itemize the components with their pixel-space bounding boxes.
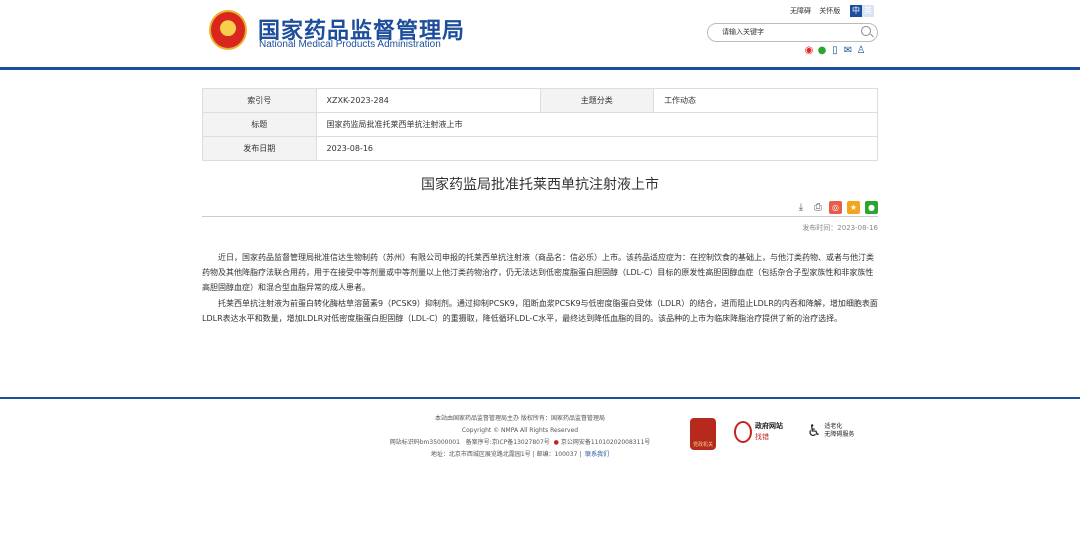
gov-site-error: 找错 [755, 433, 769, 441]
party-gov-badge[interactable]: 党政机关 [690, 418, 716, 450]
share-weibo-icon[interactable]: ◎ [829, 201, 842, 214]
table-row: 发布日期 2023-08-16 [202, 136, 879, 161]
article-title: 国家药监局批准托莱西单抗注射液上市 [421, 177, 659, 193]
user-icon[interactable]: ♙ [856, 46, 866, 56]
gov-website-error-link[interactable]: 政府网站 找错 [734, 421, 783, 443]
category-value: 工作动态 [653, 88, 878, 113]
mail-icon[interactable]: ✉ [843, 46, 853, 56]
police-record[interactable]: 京公网安备11010202008311号 [561, 439, 650, 446]
article-body: 近日，国家药品监督管理局批准信达生物制药（苏州）有限公司申报的托莱西单抗注射液（… [202, 250, 878, 327]
wechat-icon[interactable]: ● [817, 46, 827, 56]
table-row: 标题 国家药监局批准托莱西单抗注射液上市 [202, 112, 879, 137]
care-mode-link[interactable]: 关怀版 [819, 7, 840, 15]
gov-site-label: 政府网站 [755, 422, 783, 430]
publish-time: 发布时间：2023-08-16 [802, 224, 878, 232]
article-paragraph: 托莱西单抗注射液为前蛋白转化酶枯草溶菌素9（PCSK9）抑制剂。通过抑制PCSK… [202, 299, 878, 323]
date-value: 2023-08-16 [315, 136, 879, 161]
title-divider [202, 216, 878, 217]
lang-cn-button[interactable]: 中 [850, 5, 862, 17]
accessibility-link[interactable]: 无障碍 [790, 7, 811, 15]
title-label: 标题 [202, 112, 317, 137]
gov-site-icon [734, 421, 752, 443]
share-qzone-icon[interactable]: ★ [847, 201, 860, 214]
table-row: 索引号 XZXK-2023-284 主题分类 工作动态 [202, 88, 878, 113]
mobile-icon[interactable]: ▯ [830, 46, 840, 56]
site-header: 国家药品监督管理局 National Medical Products Admi… [0, 0, 1080, 70]
print-icon[interactable]: ⎙ [812, 202, 824, 214]
search-icon[interactable] [861, 26, 871, 36]
date-label: 发布日期 [202, 136, 317, 161]
elderly-label: 适老化 [824, 423, 843, 430]
top-links: 无障碍 关怀版 [790, 6, 846, 16]
site-name-en[interactable]: National Medical Products Administration [259, 39, 441, 50]
index-label: 索引号 [202, 88, 317, 113]
index-value: XZXK-2023-284 [315, 88, 541, 113]
footer-registration: 网站标识码bm35000001 备案序号:京ICP备13027807号 ● 京公… [340, 437, 700, 449]
footer-address: 地址：北京市西城区展览路北露园1号 | 邮编：100037 | 联系我们 [340, 449, 700, 461]
search-input[interactable] [707, 23, 878, 42]
site-id: 网站标识码bm35000001 [389, 439, 460, 446]
accessibility-service-link[interactable]: ♿ 适老化 无障碍服务 [807, 423, 854, 439]
contact-us-link[interactable]: 联系我们 [585, 451, 609, 458]
lang-en-button[interactable]: 英 [862, 5, 874, 17]
footer-info: 本站由国家药品监督管理局主办 版权所有：国家药品监督管理局 Copyright … [340, 413, 700, 461]
title-value: 国家药监局批准托莱西单抗注射液上市 [315, 112, 879, 137]
article-tools: ⤓ ⎙ ◎ ★ ● [795, 201, 878, 214]
national-emblem-icon [209, 10, 247, 50]
address-text: 地址：北京市西城区展览路北露园1号 | 邮编：100037 | [430, 451, 582, 458]
social-icons: ◉ ● ▯ ✉ ♙ [804, 46, 866, 56]
accessibility-icon: ♿ [807, 421, 822, 440]
share-wechat-icon[interactable]: ● [865, 201, 878, 214]
article-paragraph: 近日，国家药品监督管理局批准信达生物制药（苏州）有限公司申报的托莱西单抗注射液（… [202, 253, 874, 292]
footer-copyright: Copyright © NMPA All Rights Reserved [461, 427, 579, 434]
language-switch: 中 英 [850, 5, 874, 17]
header-divider [0, 67, 1080, 70]
police-badge-icon: ● [553, 439, 559, 446]
download-icon[interactable]: ⤓ [795, 202, 807, 214]
icp-record[interactable]: 备案序号:京ICP备13027807号 [466, 439, 550, 446]
weibo-icon[interactable]: ◉ [804, 46, 814, 56]
article-meta-table: 索引号 XZXK-2023-284 主题分类 工作动态 标题 国家药监局批准托莱… [202, 88, 879, 161]
footer-divider [0, 397, 1080, 399]
footer-sponsor: 本站由国家药品监督管理局主办 版权所有：国家药品监督管理局 [435, 415, 605, 422]
accessibility-label: 无障碍服务 [824, 431, 855, 438]
category-label: 主题分类 [539, 88, 655, 113]
